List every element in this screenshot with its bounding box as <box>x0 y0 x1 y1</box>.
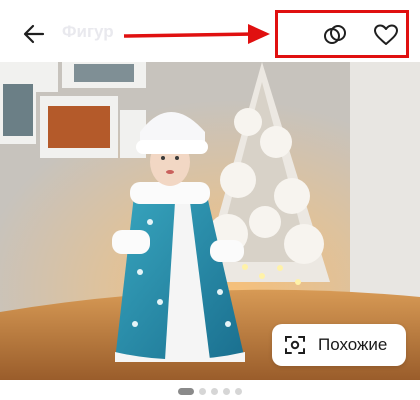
pagination-dot[interactable] <box>235 387 242 395</box>
pagination-dot[interactable] <box>178 387 194 395</box>
page-title: Фигур <box>62 22 114 41</box>
scan-icon <box>284 334 306 356</box>
heart-icon <box>374 24 398 45</box>
annotation-arrow <box>123 24 270 44</box>
pagination-dot[interactable] <box>211 387 218 395</box>
top-bar: Фигур <box>0 0 420 62</box>
pagination-dot[interactable] <box>223 387 230 395</box>
favorite-button[interactable] <box>371 20 401 50</box>
back-button[interactable] <box>18 18 50 50</box>
compare-circles-icon <box>324 25 346 44</box>
similar-button-label: Похожие <box>318 335 388 354</box>
pagination-dot[interactable] <box>199 387 206 395</box>
gallery-pagination <box>0 382 420 400</box>
similar-products-button[interactable]: Похожие <box>272 324 406 366</box>
arrow-left-icon <box>23 24 45 44</box>
compare-button[interactable] <box>320 20 350 50</box>
